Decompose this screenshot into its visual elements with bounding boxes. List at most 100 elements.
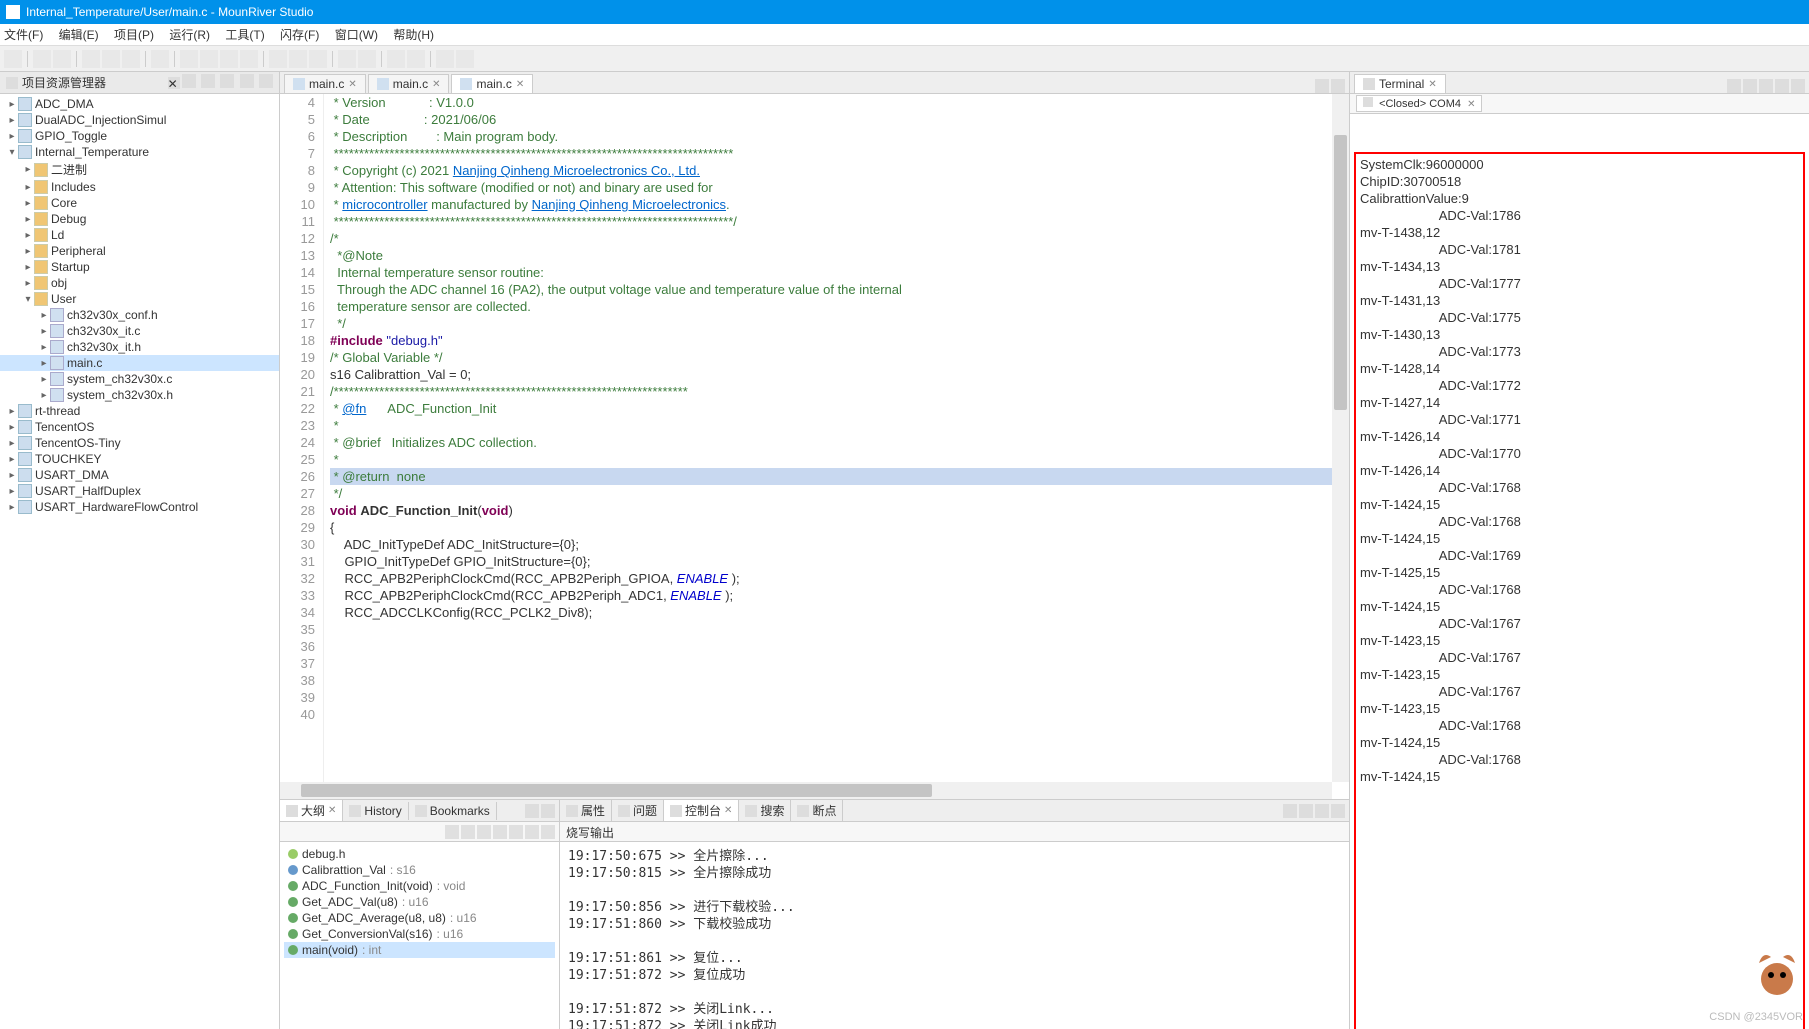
tree-arrow-icon[interactable]: ▾ [6,147,18,158]
toolbar-forward-icon[interactable] [407,50,425,68]
tree-arrow-icon[interactable]: ▸ [6,454,18,465]
com-tab-close-icon[interactable]: ✕ [1467,99,1475,110]
tree-item[interactable]: ▸Peripheral [0,243,279,259]
tree-item[interactable]: ▾Internal_Temperature [0,144,279,160]
toolbar-misc1-icon[interactable] [436,50,454,68]
toolbar-back-icon[interactable] [387,50,405,68]
tree-arrow-icon[interactable]: ▸ [22,182,34,193]
tree-item[interactable]: ▸二进制 [0,160,279,179]
explorer-link-icon[interactable] [201,74,215,88]
menu-window[interactable]: 窗口(W) [335,28,378,42]
tree-item[interactable]: ▸GPIO_Toggle [0,128,279,144]
tree-item[interactable]: ▸system_ch32v30x.c [0,371,279,387]
outline-tool-1-icon[interactable] [445,825,459,839]
tree-item[interactable]: ▸Startup [0,259,279,275]
tab-search[interactable]: 搜索 [739,800,791,821]
tree-item[interactable]: ▸USART_HalfDuplex [0,483,279,499]
outline-item[interactable]: main(void) : int [284,942,555,958]
tree-item[interactable]: ▸DualADC_InjectionSimul [0,112,279,128]
toolbar-search-icon[interactable] [151,50,169,68]
outline-list[interactable]: debug.h Calibrattion_Val : s16ADC_Functi… [280,842,559,1029]
tree-item[interactable]: ▸Debug [0,211,279,227]
toolbar-misc2-icon[interactable] [456,50,474,68]
tree-arrow-icon[interactable]: ▸ [6,99,18,110]
tree-arrow-icon[interactable]: ▸ [38,358,50,369]
editor-tab[interactable]: main.c✕ [284,74,366,93]
scrollbar-thumb[interactable] [1334,135,1347,410]
terminal-tab-close-icon[interactable]: ✕ [1428,79,1436,90]
tree-arrow-icon[interactable]: ▸ [6,422,18,433]
outline-tool-2-icon[interactable] [461,825,475,839]
explorer-min-icon[interactable] [240,74,254,88]
outline-item[interactable]: Get_ADC_Val(u8) : u16 [284,894,555,910]
outline-item[interactable]: Get_ConversionVal(s16) : u16 [284,926,555,942]
tree-arrow-icon[interactable]: ▸ [6,486,18,497]
toolbar-step-out-icon[interactable] [309,50,327,68]
terminal-tool-1-icon[interactable] [1727,79,1741,93]
tab-console[interactable]: 控制台✕ [664,800,739,821]
outline-tool-5-icon[interactable] [509,825,523,839]
menu-run[interactable]: 运行(R) [169,28,210,42]
tree-arrow-icon[interactable]: ▸ [38,374,50,385]
toolbar-save-icon[interactable] [33,50,51,68]
tree-item[interactable]: ▸USART_DMA [0,467,279,483]
tab-breakpoints[interactable]: 断点 [791,800,843,821]
close-icon[interactable]: ✕ [516,79,524,90]
tab-properties[interactable]: 属性 [560,800,612,821]
editor-scrollbar-vertical[interactable] [1332,94,1349,782]
tree-arrow-icon[interactable]: ▸ [22,214,34,225]
toolbar-rebuild-icon[interactable] [102,50,120,68]
toolbar-download-icon[interactable] [240,50,258,68]
project-tree[interactable]: ▸ADC_DMA▸DualADC_InjectionSimul▸GPIO_Tog… [0,94,279,1029]
tree-arrow-icon[interactable]: ▸ [22,262,34,273]
tree-arrow-icon[interactable]: ▸ [22,230,34,241]
tree-item[interactable]: ▸ch32v30x_it.c [0,323,279,339]
outline-tool-4-icon[interactable] [493,825,507,839]
menu-project[interactable]: 项目(P) [114,28,154,42]
code-area[interactable]: * Version : V1.0.0 * Date : 2021/06/06 *… [324,94,1349,799]
tree-arrow-icon[interactable]: ▸ [6,406,18,417]
outline-min-icon[interactable] [525,804,539,818]
tab-terminal[interactable]: Terminal ✕ [1354,74,1446,93]
toolbar-clean-icon[interactable] [122,50,140,68]
tree-item[interactable]: ▸Ld [0,227,279,243]
menu-file[interactable]: 文件(F) [4,28,43,42]
terminal-tool-4-icon[interactable] [1775,79,1789,93]
tab-bookmarks[interactable]: Bookmarks [409,802,497,820]
tree-arrow-icon[interactable]: ▸ [22,164,34,175]
outline-item[interactable]: ADC_Function_Init(void) : void [284,878,555,894]
tree-arrow-icon[interactable]: ▸ [22,278,34,289]
terminal-tool-3-icon[interactable] [1759,79,1773,93]
console-output[interactable]: 19:17:50:675 >> 全片擦除... 19:17:50:815 >> … [560,842,1349,1029]
toolbar-debug-icon[interactable] [200,50,218,68]
explorer-refresh-icon[interactable] [220,74,234,88]
tree-item[interactable]: ▸USART_HardwareFlowControl [0,499,279,515]
tree-arrow-icon[interactable]: ▸ [38,390,50,401]
toolbar-run-icon[interactable] [180,50,198,68]
outline-tool-6-icon[interactable] [525,825,539,839]
tree-item[interactable]: ▸system_ch32v30x.h [0,387,279,403]
tree-item[interactable]: ▸rt-thread [0,403,279,419]
console-tool-4-icon[interactable] [1331,804,1345,818]
outline-tool-3-icon[interactable] [477,825,491,839]
toolbar-step-over-icon[interactable] [289,50,307,68]
editor-min-icon[interactable] [1315,79,1329,93]
tree-arrow-icon[interactable]: ▸ [6,438,18,449]
close-icon[interactable]: ✕ [432,79,440,90]
tree-arrow-icon[interactable]: ▸ [6,115,18,126]
editor-tab[interactable]: main.c✕ [451,74,533,93]
menu-flash[interactable]: 闪存(F) [280,28,319,42]
toolbar-nav2-icon[interactable] [358,50,376,68]
tab-problems[interactable]: 问题 [612,800,664,821]
tree-arrow-icon[interactable]: ▸ [6,131,18,142]
toolbar-nav1-icon[interactable] [338,50,356,68]
editor-scrollbar-horizontal[interactable] [280,782,1332,799]
tree-item[interactable]: ▸ch32v30x_it.h [0,339,279,355]
tab-history[interactable]: History [343,802,408,820]
tree-arrow-icon[interactable]: ▸ [22,198,34,209]
terminal-output[interactable]: SystemClk:96000000 ChipID:30700518 Calib… [1350,114,1809,1029]
explorer-collapse-icon[interactable] [182,74,196,88]
editor-max-icon[interactable] [1331,79,1345,93]
tree-item[interactable]: ▸Includes [0,179,279,195]
toolbar-step-into-icon[interactable] [269,50,287,68]
